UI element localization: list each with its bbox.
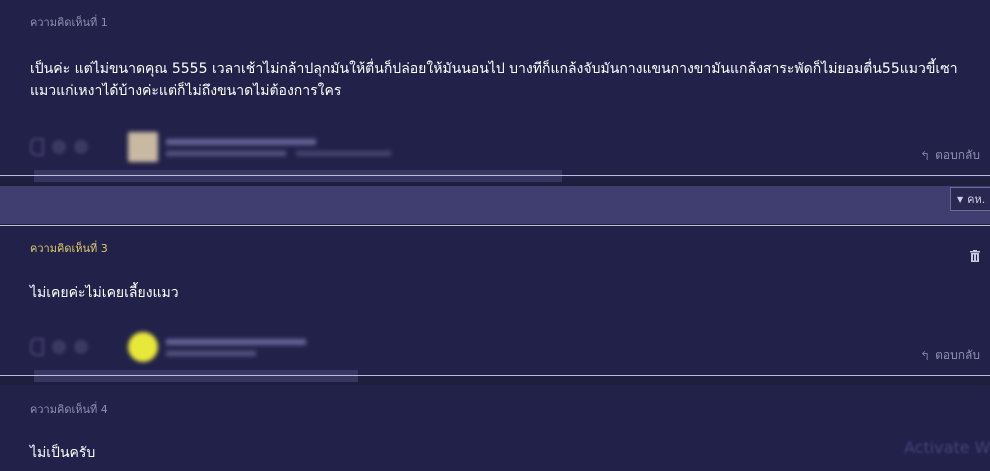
sort-label: คห. [967, 193, 986, 206]
comment-body: ไม่เป็นครับ [30, 445, 96, 461]
reply-label: ตอบกลับ [935, 348, 980, 362]
caret-down-icon: ▼ [957, 194, 964, 204]
sub-comment-strip [0, 186, 990, 224]
blurred-bar [34, 170, 562, 182]
reply-label: ตอบกลับ [935, 148, 980, 162]
reply-button[interactable]: ↰ ตอบกลับ [920, 146, 980, 165]
comment-footer [30, 132, 391, 162]
reply-arrow-icon: ↰ [920, 148, 931, 163]
comment-4: ความคิดเห็นที่ 4 ไม่เป็นครับ [0, 385, 990, 471]
comment-3: ความคิดเห็นที่ 3 ไม่เคยค่ะไม่เคยเลี้ยงแม… [0, 226, 990, 382]
comment-body: เป็นค่ะ แต่ไม่ขนาดคุณ 5555 เวลาเช้าไม่กล… [30, 61, 958, 99]
member-meta [166, 338, 306, 356]
reply-button[interactable]: ↰ ตอบกลับ [920, 346, 980, 365]
vote-buttons[interactable] [30, 138, 88, 156]
comment-divider [0, 175, 990, 176]
comment-header: ความคิดเห็นที่ 4 [30, 403, 108, 416]
comment-header: ความคิดเห็นที่ 1 [30, 16, 108, 29]
vote-buttons[interactable] [30, 338, 88, 356]
comment-body: ไม่เคยค่ะไม่เคยเลี้ยงแมว [30, 285, 179, 301]
comment-header: ความคิดเห็นที่ 3 [30, 242, 108, 255]
reply-arrow-icon: ↰ [920, 348, 931, 363]
comment-1: ความคิดเห็นที่ 1 เป็นค่ะ แต่ไม่ขนาดคุณ 5… [0, 0, 990, 182]
windows-activation-watermark: Activate W [904, 438, 990, 457]
member-meta [166, 138, 391, 156]
avatar[interactable] [128, 132, 158, 162]
trash-icon[interactable] [970, 250, 980, 262]
sort-button[interactable]: ▼ คห. [950, 187, 990, 211]
blurred-bar [34, 370, 358, 382]
comment-divider [0, 375, 990, 376]
comment-footer [30, 332, 306, 362]
avatar[interactable] [128, 332, 158, 362]
